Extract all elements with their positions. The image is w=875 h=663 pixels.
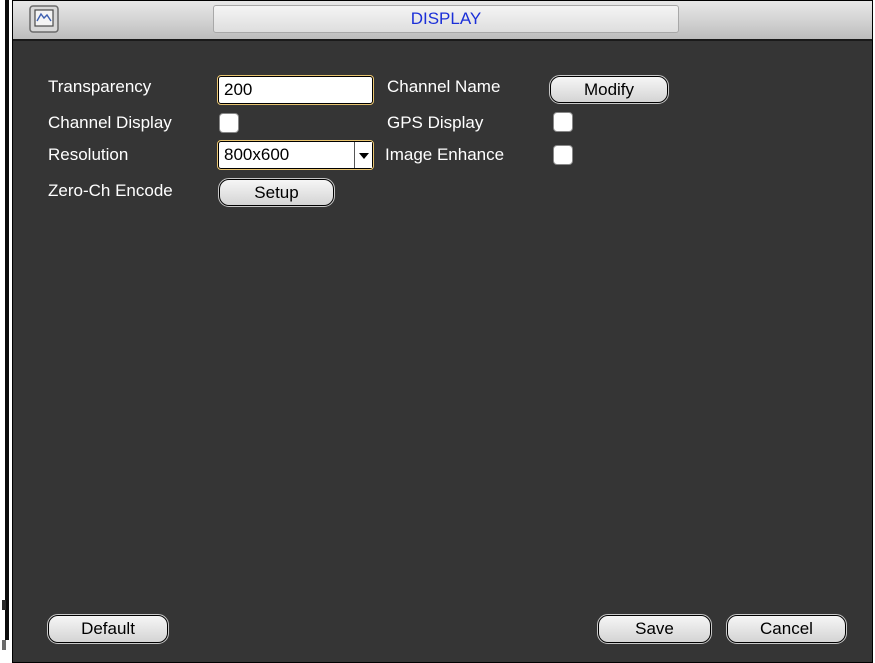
background-scroll-marker [2,640,6,650]
setup-button[interactable]: Setup [218,178,335,207]
window-app-icon [29,5,59,33]
screen: DISPLAY Transparency 200 Channel Name Mo… [0,0,875,663]
channel-display-label: Channel Display [48,113,172,132]
background-scroll-marker [2,600,6,610]
resolution-label: Resolution [48,145,129,164]
save-button[interactable]: Save [597,614,712,644]
image-enhance-checkbox[interactable] [553,145,573,165]
resolution-select[interactable]: 800x600 [217,140,374,170]
default-button[interactable]: Default [47,614,169,644]
chevron-down-icon[interactable] [354,142,372,168]
background-window-border [5,0,9,640]
window-title: DISPLAY [213,5,679,33]
gps-display-label: GPS Display [387,113,484,132]
title-bar: DISPLAY [13,1,872,41]
channel-name-label: Channel Name [387,77,501,96]
zero-ch-encode-label: Zero-Ch Encode [48,181,173,200]
cancel-button[interactable]: Cancel [726,614,847,644]
transparency-input[interactable]: 200 [217,75,374,105]
display-dialog: DISPLAY Transparency 200 Channel Name Mo… [12,0,873,663]
resolution-value: 800x600 [224,145,290,164]
channel-display-checkbox[interactable] [219,113,239,133]
background-window-edge [0,0,10,663]
gps-display-checkbox[interactable] [553,112,573,132]
modify-button[interactable]: Modify [549,75,669,104]
image-enhance-label: Image Enhance [385,145,505,164]
transparency-label: Transparency [48,77,152,96]
